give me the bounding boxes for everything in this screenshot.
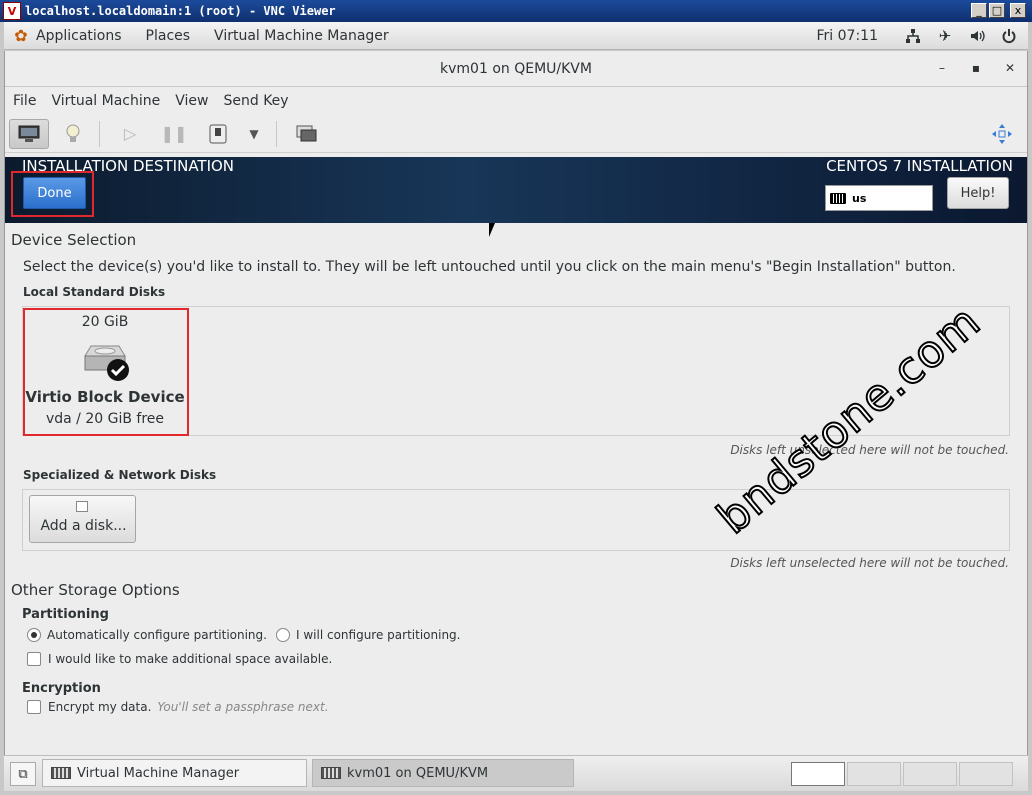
add-disk-label: Add a disk... — [40, 518, 127, 534]
network-disks-panel: Add a disk... — [22, 489, 1010, 551]
help-button[interactable]: Help! — [947, 177, 1009, 209]
encrypt-checkbox[interactable] — [27, 700, 41, 714]
done-button[interactable]: Done — [23, 177, 86, 209]
device-selection-title: Device Selection — [11, 231, 137, 249]
vm-maximize-button[interactable]: ▪ — [969, 61, 983, 75]
airplane-icon[interactable]: ✈ — [936, 27, 954, 45]
resize-arrows-icon — [992, 124, 1012, 144]
network-disks-title: Specialized & Network Disks — [23, 468, 217, 482]
clock[interactable]: Fri 07:11 — [817, 28, 878, 44]
vnc-logo-icon: V — [3, 2, 21, 20]
play-icon: ▷ — [123, 124, 137, 143]
fullscreen-button[interactable] — [989, 121, 1015, 147]
vnc-maximize-button[interactable]: □ — [989, 3, 1005, 18]
gnome-top-bar: ✿ Applications Places Virtual Machine Ma… — [4, 22, 1028, 50]
taskbar-item-vmm[interactable]: Virtual Machine Manager — [42, 759, 307, 787]
vm-toolbar: ▷ ❚❚ ▼ — [5, 115, 1027, 153]
vm-close-button[interactable]: ✕ — [1003, 61, 1017, 75]
anaconda-header: INSTALLATION DESTINATION CENTOS 7 INSTAL… — [5, 157, 1027, 223]
snapshots-button[interactable] — [287, 119, 327, 149]
add-disk-button[interactable]: Add a disk... — [29, 495, 136, 543]
vnc-window-title: localhost.localdomain:1 (root) - VNC Vie… — [25, 4, 336, 18]
workspace-3[interactable] — [903, 762, 957, 786]
encryption-title: Encryption — [22, 681, 101, 696]
run-button[interactable]: ▷ — [110, 119, 150, 149]
lightbulb-icon — [66, 124, 80, 142]
snapshot-icon — [296, 125, 317, 141]
details-view-button[interactable] — [53, 119, 93, 149]
toolbar-separator — [99, 120, 100, 147]
disk-highlight — [23, 308, 189, 436]
applications-icon: ✿ — [14, 26, 28, 45]
manual-partition-label: I will configure partitioning. — [296, 628, 461, 642]
guest-display[interactable]: INSTALLATION DESTINATION CENTOS 7 INSTAL… — [5, 157, 1027, 753]
mouse-cursor-icon — [489, 223, 495, 237]
monitor-icon — [18, 125, 40, 142]
partitioning-title: Partitioning — [22, 607, 109, 622]
console-view-button[interactable] — [9, 118, 49, 149]
install-instructions: Select the device(s) you'd like to insta… — [23, 259, 956, 275]
vm-title-bar: kvm01 on QEMU/KVM – ▪ ✕ — [5, 51, 1027, 87]
menu-send-key[interactable]: Send Key — [223, 93, 288, 109]
add-disk-icon — [76, 501, 88, 512]
encrypt-option[interactable]: Encrypt my data. You'll set a passphrase… — [27, 700, 329, 714]
toolbar-separator — [276, 120, 277, 147]
vm-window-title: kvm01 on QEMU/KVM — [440, 60, 592, 77]
keyboard-layout-indicator[interactable]: us — [825, 185, 933, 211]
manual-partition-radio[interactable] — [276, 628, 290, 642]
pause-icon: ❚❚ — [160, 124, 188, 143]
volume-icon[interactable] — [968, 27, 986, 45]
vm-console-icon — [321, 767, 341, 779]
keyboard-icon — [830, 192, 846, 204]
keyboard-layout-label: us — [852, 191, 867, 205]
menu-view[interactable]: View — [175, 93, 208, 109]
menu-file[interactable]: File — [13, 93, 36, 109]
taskbar-item-label: kvm01 on QEMU/KVM — [347, 765, 489, 781]
vmm-icon — [51, 767, 71, 779]
bottom-taskbar: ⧉ Virtual Machine Manager kvm01 on QEMU/… — [4, 755, 1028, 791]
pause-button[interactable]: ❚❚ — [154, 119, 194, 149]
vnc-title-bar: V localhost.localdomain:1 (root) - VNC V… — [0, 0, 1032, 22]
show-desktop-icon: ⧉ — [18, 766, 28, 782]
taskbar-item-kvm01[interactable]: kvm01 on QEMU/KVM — [312, 759, 574, 787]
auto-partition-radio[interactable] — [27, 628, 41, 642]
encrypt-label: Encrypt my data. — [48, 700, 152, 714]
places-menu[interactable]: Places — [146, 28, 191, 44]
taskbar-item-label: Virtual Machine Manager — [77, 765, 240, 781]
extra-space-label: I would like to make additional space av… — [48, 652, 333, 666]
shutdown-button[interactable] — [198, 119, 238, 149]
chevron-down-icon: ▼ — [249, 126, 259, 141]
menu-virtual-machine[interactable]: Virtual Machine — [51, 93, 160, 109]
network-icon[interactable] — [904, 27, 922, 45]
vnc-close-button[interactable]: x — [1010, 3, 1026, 18]
auto-partition-option[interactable]: Automatically configure partitioning. — [27, 628, 267, 642]
applications-menu[interactable]: Applications — [36, 28, 122, 44]
auto-partition-label: Automatically configure partitioning. — [47, 628, 267, 642]
power-icon[interactable] — [1000, 27, 1018, 45]
extra-space-option[interactable]: I would like to make additional space av… — [27, 652, 332, 666]
vm-minimize-button[interactable]: – — [935, 61, 949, 75]
other-storage-title: Other Storage Options — [11, 581, 180, 599]
shutdown-dropdown-button[interactable]: ▼ — [242, 119, 266, 149]
vm-menu-bar: File Virtual Machine View Send Key — [5, 87, 1027, 115]
extra-space-checkbox[interactable] — [27, 652, 41, 666]
local-disks-title: Local Standard Disks — [23, 285, 166, 299]
workspace-2[interactable] — [847, 762, 901, 786]
encrypt-hint: You'll set a passphrase next. — [157, 700, 329, 714]
workspace-1[interactable] — [791, 762, 845, 786]
manual-partition-option[interactable]: I will configure partitioning. — [276, 628, 460, 642]
vmm-app-menu[interactable]: Virtual Machine Manager — [214, 28, 389, 44]
vnc-minimize-button[interactable]: _ — [971, 3, 987, 18]
show-desktop-button[interactable]: ⧉ — [10, 762, 36, 786]
product-title: CENTOS 7 INSTALLATION — [826, 157, 1013, 175]
network-untouched-note: Disks left unselected here will not be t… — [730, 556, 1009, 570]
power-switch-icon — [209, 124, 227, 143]
workspace-4[interactable] — [959, 762, 1013, 786]
